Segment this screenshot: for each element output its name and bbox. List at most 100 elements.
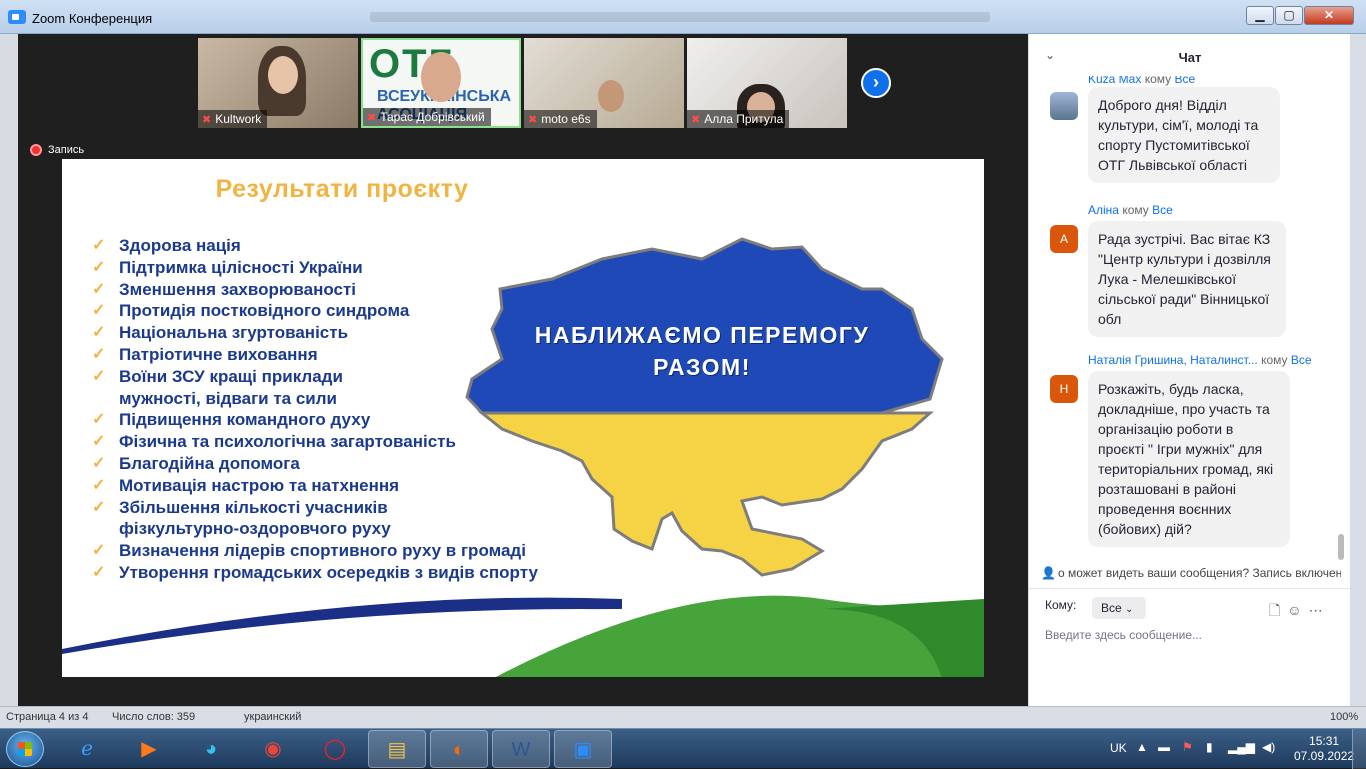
result-list-item-text: Фізична та психологічна загартованість bbox=[119, 432, 456, 452]
close-button[interactable]: ✕ bbox=[1304, 6, 1354, 25]
message-meta: Kuza Max кому Все bbox=[1088, 76, 1195, 86]
result-list-item: ✓ Зменшення захворюваності bbox=[92, 279, 538, 301]
checkmark-icon: ✓ bbox=[92, 542, 106, 560]
recording-label: Запись bbox=[48, 144, 85, 156]
participant-face bbox=[598, 80, 624, 112]
next-participants-button[interactable]: › bbox=[861, 68, 891, 98]
recipient-select-value: Все bbox=[1101, 601, 1122, 615]
map-yellow-part bbox=[477, 411, 934, 577]
result-list-item-text: мужності, відваги та сили bbox=[119, 388, 338, 408]
result-list-item: ✓ Національна згуртованість bbox=[92, 322, 538, 344]
recording-indicator[interactable]: Запись bbox=[30, 144, 85, 157]
result-list-item-text: Утворення громадських осередків з видів … bbox=[119, 562, 538, 582]
more-icon[interactable]: ⋯ bbox=[1309, 602, 1330, 618]
result-list-item: ✓ Мотивація настрою та натхнення bbox=[92, 475, 538, 497]
recipient-select[interactable]: Все ⌄ bbox=[1092, 597, 1146, 619]
input-language[interactable]: UK bbox=[1110, 741, 1127, 755]
result-list-item: ✓ Патріотичне виховання bbox=[92, 344, 538, 366]
checkmark-icon: ✓ bbox=[92, 302, 106, 320]
participant-name: moto e6s bbox=[541, 112, 591, 126]
sender-name[interactable]: Наталія Гришина, Наталинст... bbox=[1088, 353, 1258, 367]
chevron-down-icon: ⌄ bbox=[1125, 604, 1134, 615]
recipient-name: Все bbox=[1174, 76, 1196, 86]
privacy-notice[interactable]: 👤 о может видеть ваши сообщения? Запись в… bbox=[1041, 566, 1341, 580]
chat-scrollbar[interactable] bbox=[1338, 534, 1344, 560]
tray-app-icon[interactable]: ▬ bbox=[1158, 740, 1170, 754]
result-list-item: ✓мужності, відваги та сили bbox=[92, 388, 538, 410]
result-list-item: ✓ Протидія постковідного синдрома bbox=[92, 300, 538, 322]
participant-video[interactable]: ✖ Kultwork bbox=[198, 38, 358, 128]
word-icon[interactable]: W bbox=[492, 730, 550, 768]
edge-icon[interactable]: ◕ bbox=[182, 730, 240, 768]
checkmark-icon: ✓ bbox=[92, 345, 106, 363]
recipient-name: Все bbox=[1290, 353, 1312, 367]
zoom-level[interactable]: 100% bbox=[1330, 711, 1358, 723]
page-count[interactable]: Страница 4 из 4 bbox=[6, 711, 88, 723]
result-list-item-text: Національна згуртованість bbox=[119, 323, 349, 343]
participant-name: Тарас Добрівський bbox=[380, 110, 485, 124]
internet-explorer-icon[interactable]: ℯ bbox=[58, 730, 116, 768]
window-title: Zoom Конференция bbox=[32, 11, 153, 26]
sender-name[interactable]: Аліна bbox=[1088, 203, 1119, 217]
result-list-item-text: Здорова нація bbox=[119, 236, 241, 255]
recipient-name: Все bbox=[1152, 203, 1173, 217]
maximize-button[interactable]: ▢ bbox=[1275, 6, 1303, 25]
system-clock[interactable]: 15:31 07.09.2022 bbox=[1294, 734, 1354, 764]
show-desktop-button[interactable] bbox=[1352, 729, 1366, 769]
result-list-item-text: Патріотичне виховання bbox=[119, 344, 318, 364]
zoom-logo-icon bbox=[8, 10, 26, 24]
result-list-item-text: Благодійна допомога bbox=[119, 453, 300, 473]
start-button[interactable] bbox=[6, 731, 44, 767]
people-icon: 👤 bbox=[1041, 566, 1056, 580]
map-slogan: НАБЛИЖАЄМО ПЕРЕМОГУ РАЗОМ! bbox=[482, 319, 922, 383]
file-icon[interactable]: 🗋 bbox=[1269, 602, 1287, 618]
chat-message-input[interactable]: Введите здесь сообщение... bbox=[1045, 628, 1335, 642]
result-list-item: ✓ Фізична та психологічна загартованість bbox=[92, 431, 538, 453]
zoom-icon[interactable]: ▣ bbox=[554, 730, 612, 768]
power-icon[interactable]: ▮ bbox=[1206, 740, 1213, 754]
sender-name[interactable]: Kuza Max bbox=[1088, 76, 1141, 86]
background-window-edge bbox=[1350, 34, 1366, 706]
participant-video-active-speaker[interactable]: ОТГ ВСЕУКРАЇНСЬКА АСОЦІАЦІЯ ✖Тарас Добрі… bbox=[361, 38, 521, 128]
result-list-item-text: Зменшення захворюваності bbox=[119, 279, 357, 299]
file-explorer-icon[interactable]: ▤ bbox=[368, 730, 426, 768]
checkmark-icon: ✓ bbox=[92, 433, 106, 451]
participant-face bbox=[268, 56, 298, 94]
language-indicator[interactable]: украинский bbox=[244, 711, 301, 723]
emoji-icon[interactable]: ☺ bbox=[1287, 602, 1308, 618]
participant-video[interactable]: ✖ Алла Притула bbox=[687, 38, 847, 128]
blurred-background-title bbox=[370, 12, 990, 22]
volume-icon[interactable]: ◀) bbox=[1262, 740, 1275, 754]
pdf-reader-icon[interactable]: ◐ bbox=[430, 730, 488, 768]
media-player-icon[interactable]: ▶ bbox=[120, 730, 178, 768]
word-count[interactable]: Число слов: 359 bbox=[112, 711, 195, 723]
result-list-item-text: Протидія постковідного синдрома bbox=[119, 301, 410, 321]
chrome-icon[interactable]: ◉ bbox=[244, 730, 302, 768]
opera-icon[interactable]: ◯ bbox=[306, 730, 364, 768]
message-meta: Наталія Гришина, Наталинст... кому Все bbox=[1088, 353, 1312, 367]
checkmark-icon: ✓ bbox=[92, 237, 106, 254]
checkmark-icon: ✓ bbox=[92, 411, 106, 429]
participant-name-label: ✖ Kultwork bbox=[198, 110, 268, 128]
to-word: кому bbox=[1122, 203, 1149, 217]
action-center-icon[interactable]: ⚑ bbox=[1182, 740, 1193, 754]
result-list-item: ✓ Збільшення кількості учасників bbox=[92, 497, 538, 519]
chat-messages[interactable]: Kuza Max кому Все Доброго дня! Відділ ку… bbox=[1029, 76, 1341, 560]
to-word: кому bbox=[1261, 353, 1288, 367]
mic-muted-icon: ✖ bbox=[691, 114, 701, 126]
mic-muted-icon: ✖ bbox=[202, 114, 212, 126]
meeting-view: ✖Kultwork ОТГ ВСЕУКРАЇНСЬКА АСОЦІАЦІЯ ✖Т… bbox=[18, 34, 1028, 706]
result-list-item-text: Підвищення командного духу bbox=[119, 410, 371, 430]
minimize-button[interactable]: ▁ bbox=[1246, 6, 1274, 25]
mic-muted-icon: ✖ bbox=[367, 112, 377, 124]
participant-video[interactable]: ✖ moto e6s bbox=[524, 38, 684, 128]
chat-header: ⌄ Чат bbox=[1029, 34, 1351, 76]
result-list-item-text: Мотивація настрою та натхнення bbox=[119, 475, 400, 495]
slide-title: Результати проєкту bbox=[215, 175, 469, 203]
chat-tools: 🗋☺⋯ bbox=[1269, 600, 1330, 624]
map-slogan-line2: РАЗОМ! bbox=[653, 354, 751, 380]
checkmark-icon: ✓ bbox=[92, 258, 106, 276]
message-bubble: Рада зустрічі. Вас вітає КЗ "Центр культ… bbox=[1088, 221, 1286, 337]
network-icon[interactable]: ▂▄▆ bbox=[1228, 740, 1255, 754]
show-hidden-icons[interactable]: ▲ bbox=[1136, 740, 1148, 754]
